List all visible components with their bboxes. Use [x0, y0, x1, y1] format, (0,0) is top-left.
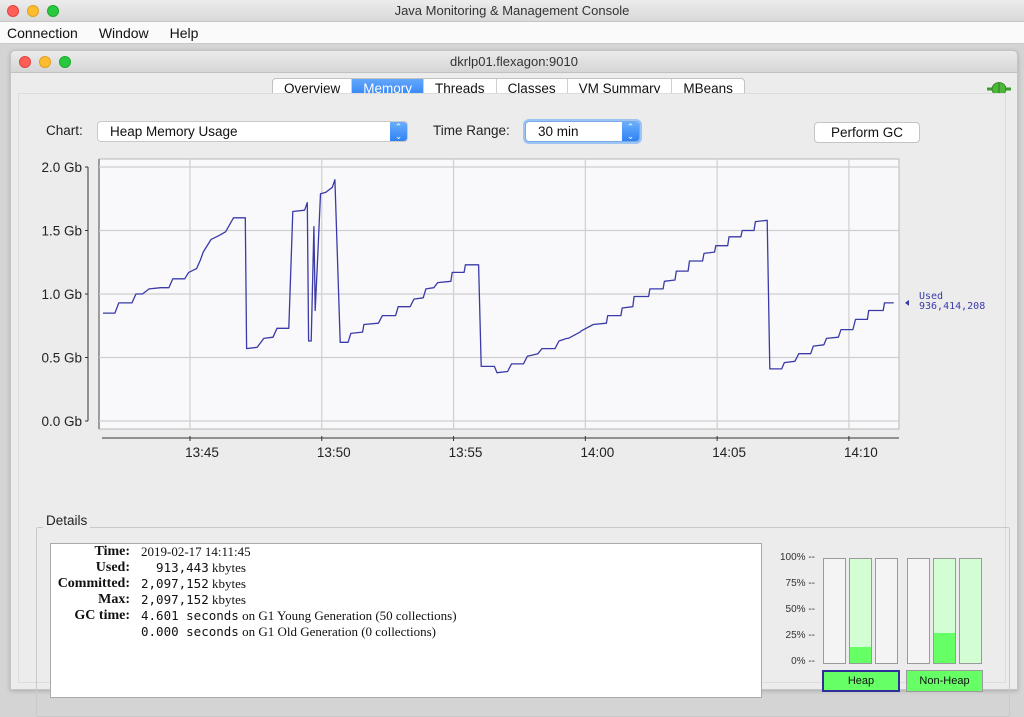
- x-tick-label: 13:55: [449, 445, 483, 460]
- menu-help[interactable]: Help: [170, 25, 199, 41]
- heap-pool-button[interactable]: Heap: [822, 670, 900, 692]
- detail-unit: kbytes: [208, 576, 246, 591]
- used-annotation-value: 936,414,208: [919, 301, 985, 312]
- details-heading: Details: [43, 513, 91, 528]
- y-tick-label: 2.0 Gb: [41, 160, 82, 175]
- connection-title: dkrlp01.flexagon:9010: [450, 54, 578, 69]
- connection-window-title-bar: dkrlp01.flexagon:9010: [11, 51, 1017, 73]
- used-marker-icon: [905, 299, 909, 306]
- detail-value-wrap: 913,443 kbytes: [141, 560, 246, 576]
- pool-committed-fill: [960, 559, 981, 663]
- x-tick-label: 14:10: [844, 445, 878, 460]
- pool-bar[interactable]: [907, 558, 930, 664]
- pool-bar[interactable]: [875, 558, 898, 664]
- detail-label: GC time:: [74, 608, 130, 623]
- x-tick-label: 13:45: [185, 445, 219, 460]
- app-window-controls: [7, 5, 59, 17]
- non-heap-pool-button[interactable]: Non-Heap: [906, 670, 983, 692]
- detail-unit: kbytes: [208, 592, 246, 607]
- minimize-window-button[interactable]: [27, 5, 39, 17]
- app-title-bar: Java Monitoring & Management Console: [0, 0, 1024, 22]
- detail-number: 2,097,152: [141, 576, 209, 591]
- y-tick-label: 0.5 Gb: [41, 351, 82, 366]
- app-title: Java Monitoring & Management Console: [394, 3, 630, 18]
- pool-bar[interactable]: [933, 558, 956, 664]
- y-tick-label: 1.0 Gb: [41, 287, 82, 302]
- scale-label-100: 100% --: [779, 552, 815, 563]
- details-text-area: Time: 2019-02-17 14:11:45 Used: 913,443 …: [50, 543, 762, 698]
- x-tick-label: 14:00: [580, 445, 614, 460]
- menu-connection[interactable]: Connection: [7, 25, 78, 41]
- detail-label: Time:: [94, 544, 130, 559]
- detail-unit: on G1 Young Generation (50 collections): [238, 608, 457, 623]
- detail-number: 4.601 seconds: [141, 608, 239, 623]
- maximize-inner-window-button[interactable]: [59, 56, 71, 68]
- y-tick-label: 1.5 Gb: [41, 224, 82, 239]
- scale-label-75: 75% --: [785, 578, 815, 589]
- x-tick-label: 14:05: [712, 445, 746, 460]
- detail-value-wrap: 2,097,152 kbytes: [141, 576, 246, 592]
- close-window-button[interactable]: [7, 5, 19, 17]
- pool-bar[interactable]: [823, 558, 846, 664]
- minimize-inner-window-button[interactable]: [39, 56, 51, 68]
- pool-used-fill: [934, 632, 955, 663]
- detail-number: 0.000 seconds: [141, 624, 239, 639]
- y-tick-label: 0.0 Gb: [41, 414, 82, 429]
- zoom-window-button[interactable]: [47, 5, 59, 17]
- pool-bar[interactable]: [849, 558, 872, 664]
- pool-used-fill: [850, 647, 871, 663]
- menu-window[interactable]: Window: [99, 25, 149, 41]
- pool-bar[interactable]: [959, 558, 982, 664]
- detail-unit: kbytes: [208, 560, 246, 575]
- scale-label-0: 0% --: [791, 656, 815, 667]
- detail-number: 2,097,152: [141, 592, 209, 607]
- scale-label-50: 50% --: [785, 604, 815, 615]
- x-tick-label: 13:50: [317, 445, 351, 460]
- detail-label: Max:: [98, 592, 130, 607]
- memory-pool-bars: 100% -- 75% -- 50% -- 25% -- 0% -- Heap …: [769, 549, 984, 699]
- detail-value-wrap: 2,097,152 kbytes: [141, 592, 246, 608]
- close-inner-window-button[interactable]: [19, 56, 31, 68]
- detail-label: Used:: [95, 560, 130, 575]
- memory-panel: Chart: Heap Memory Usage ⌃ ⌄ Time Range: …: [18, 93, 1010, 717]
- detail-value: 2019-02-17 14:11:45: [141, 544, 251, 559]
- scale-label-25: 25% --: [785, 630, 815, 641]
- menu-bar: Connection Window Help: [0, 22, 1024, 44]
- connection-window: dkrlp01.flexagon:9010 Overview Memory Th…: [10, 50, 1018, 717]
- detail-number: 913,443: [141, 560, 209, 575]
- detail-value-wrap: 4.601 seconds on G1 Young Generation (50…: [141, 608, 457, 624]
- heap-memory-chart: 0.0 Gb 0.5 Gb 1.0 Gb 1.5 Gb 2.0 Gb 13:45 13:50…: [41, 158, 985, 460]
- detail-value-wrap: 0.000 seconds on G1 Old Generation (0 co…: [141, 624, 436, 640]
- inner-window-controls: [19, 56, 71, 68]
- detail-unit: on G1 Old Generation (0 collections): [238, 624, 436, 639]
- detail-label: Committed:: [57, 576, 130, 591]
